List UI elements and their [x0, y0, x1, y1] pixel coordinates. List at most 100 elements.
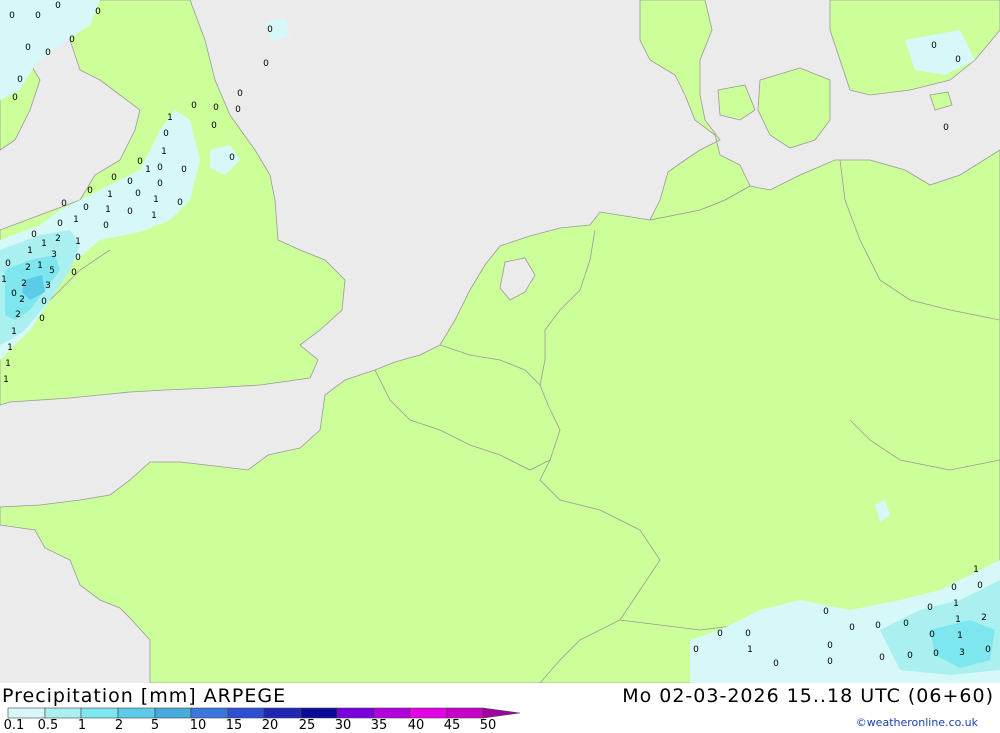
legend-label: 5: [150, 718, 160, 733]
precip-value: 0: [95, 7, 101, 17]
precip-value: 0: [177, 198, 183, 208]
precip-value: 1: [3, 375, 9, 385]
precip-value: 0: [25, 43, 31, 53]
precip-value: 0: [87, 186, 93, 196]
legend-swatch: [154, 707, 192, 719]
precip-value: 1: [167, 113, 173, 123]
precip-value: 1: [11, 327, 17, 337]
precip-value: 0: [875, 621, 881, 631]
precip-value: 0: [929, 630, 935, 640]
precip-value: 0: [717, 629, 723, 639]
precip-value: 0: [137, 157, 143, 167]
precip-value: 0: [31, 230, 37, 240]
precip-value: 1: [37, 261, 43, 271]
precip-value: 2: [15, 310, 21, 320]
precip-value: 0: [157, 163, 163, 173]
precip-value: 0: [111, 173, 117, 183]
precip-value: 1: [73, 215, 79, 225]
precip-value: 0: [69, 35, 75, 45]
precip-value: 0: [823, 607, 829, 617]
legend-label: 30: [334, 718, 352, 733]
precip-value: 1: [107, 190, 113, 200]
precip-value: 0: [907, 651, 913, 661]
precip-value: 0: [745, 629, 751, 639]
precip-value: 0: [827, 657, 833, 667]
precip-value: 0: [229, 153, 235, 163]
legend-label: 10: [189, 718, 207, 733]
precip-value: 0: [135, 189, 141, 199]
legend-label: 25: [298, 718, 316, 733]
legend-label: 15: [225, 718, 243, 733]
precip-value: 1: [953, 599, 959, 609]
precip-value: 0: [237, 89, 243, 99]
legend-swatch: [7, 707, 46, 719]
precip-value: 0: [71, 268, 77, 278]
precip-value: 5: [49, 266, 55, 276]
precip-value: 1: [1, 275, 7, 285]
precip-value: 0: [931, 41, 937, 51]
precip-value: 2: [25, 263, 31, 273]
precip-value: 0: [75, 253, 81, 263]
precip-value: 0: [927, 603, 933, 613]
legend-swatch: [80, 707, 119, 719]
precip-value: 0: [127, 177, 133, 187]
precip-value: 0: [267, 25, 273, 35]
precip-value: 0: [12, 93, 18, 103]
legend-label: 40: [407, 718, 425, 733]
precip-value: 1: [747, 645, 753, 655]
precip-value: 0: [17, 75, 23, 85]
precip-value: 0: [213, 103, 219, 113]
precip-value: 1: [161, 147, 167, 157]
precip-value: 1: [41, 239, 47, 249]
legend-swatch: [373, 707, 411, 719]
legend-label: 2: [114, 718, 124, 733]
precip-value: 2: [981, 613, 987, 623]
precip-value: 0: [157, 179, 163, 189]
precip-value: 1: [153, 195, 159, 205]
precip-value: 0: [693, 645, 699, 655]
legend-swatch: [409, 707, 448, 719]
legend-label: 1: [77, 718, 87, 733]
legend-arrow: [482, 707, 521, 719]
precip-value: 1: [957, 631, 963, 641]
legend-label: 20: [261, 718, 279, 733]
precip-value: 0: [191, 101, 197, 111]
precip-value: 3: [45, 281, 51, 291]
credit-link[interactable]: ©weatheronline.co.uk: [856, 716, 978, 729]
legend-swatch: [117, 707, 156, 719]
legend-swatch: [190, 707, 229, 719]
precip-value: 0: [55, 1, 61, 11]
precip-value: 0: [933, 649, 939, 659]
precip-value: 0: [951, 583, 957, 593]
precip-value: 0: [849, 623, 855, 633]
legend-label: 35: [370, 718, 388, 733]
precip-value: 0: [41, 297, 47, 307]
precip-value: 0: [955, 55, 961, 65]
precip-value: 0: [11, 289, 17, 299]
precip-value: 0: [977, 581, 983, 591]
precip-value: 1: [5, 359, 11, 369]
precip-value: 3: [959, 648, 965, 658]
precip-value: 0: [57, 219, 63, 229]
precip-value: 1: [7, 343, 13, 353]
precip-value: 0: [39, 314, 45, 324]
legend-swatch: [263, 707, 302, 719]
legend-swatch: [227, 707, 265, 719]
precip-value: 1: [955, 615, 961, 625]
precip-value: 3: [51, 250, 57, 260]
precip-value: 0: [181, 165, 187, 175]
precip-value: 2: [19, 295, 25, 305]
precip-value: 2: [21, 279, 27, 289]
legend-swatch: [44, 707, 82, 719]
precip-value: 1: [27, 246, 33, 256]
precip-value: 0: [103, 221, 109, 231]
legend-label: 0.5: [37, 718, 59, 733]
precip-value: 0: [985, 645, 991, 655]
legend-label: 0.1: [3, 718, 25, 733]
precip-value: 1: [145, 165, 151, 175]
precip-value: 0: [61, 199, 67, 209]
precip-value: 2: [55, 234, 61, 244]
precip-value: 0: [83, 203, 89, 213]
precipitation-map: 0 0 0 0 0 0 0 0 0 0 0 0 0 0 0 0 0 0 0 0 …: [0, 0, 1000, 683]
precip-value: 1: [151, 211, 157, 221]
